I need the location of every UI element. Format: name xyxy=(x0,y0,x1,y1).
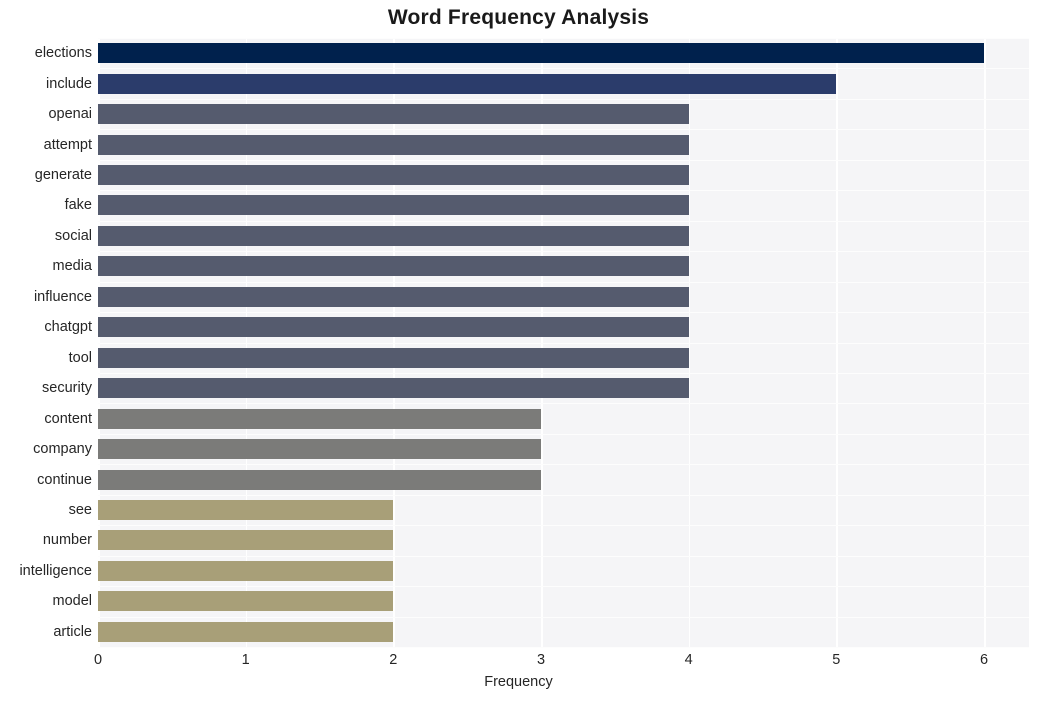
bar xyxy=(98,73,837,94)
gridline-horizontal xyxy=(98,464,1029,466)
gridline-horizontal xyxy=(98,220,1029,222)
gridline-horizontal xyxy=(98,616,1029,618)
y-axis-label-company: company xyxy=(33,441,92,458)
y-axis-label-model: model xyxy=(52,593,93,610)
gridline-horizontal xyxy=(98,159,1029,161)
bar xyxy=(98,530,394,551)
gridline-horizontal xyxy=(98,129,1029,131)
gridline-horizontal xyxy=(98,403,1029,405)
gridline-horizontal xyxy=(98,281,1029,283)
bar xyxy=(98,134,689,155)
x-tick-2: 2 xyxy=(389,652,398,668)
x-tick-5: 5 xyxy=(832,652,841,668)
x-tick-6: 6 xyxy=(979,652,989,668)
y-axis-label-number: number xyxy=(42,532,92,549)
y-axis-label-elections: elections xyxy=(34,45,92,62)
y-axis-label-attempt: attempt xyxy=(43,136,92,153)
y-axis-label-see: see xyxy=(68,501,92,518)
gridline-horizontal xyxy=(98,433,1029,435)
gridline-horizontal xyxy=(98,38,1029,39)
x-tick-4: 4 xyxy=(684,652,693,668)
y-axis-label-include: include xyxy=(46,75,92,92)
plot-area xyxy=(98,38,1029,648)
bar xyxy=(98,165,689,186)
y-axis-tick-labels: elections include openai attempt generate fak… xyxy=(0,38,92,647)
gridline-horizontal xyxy=(98,251,1029,253)
gridline-horizontal xyxy=(98,372,1029,374)
y-axis-label-tool: tool xyxy=(68,349,92,366)
bar xyxy=(98,195,689,216)
chart-figure: Word Frequency Analysis elections include… xyxy=(0,0,1037,701)
bar xyxy=(98,256,689,277)
bar xyxy=(98,499,394,520)
bar xyxy=(98,43,984,64)
y-axis-label-content: content xyxy=(44,410,92,427)
gridline-horizontal xyxy=(98,525,1029,527)
y-axis-label-influence: influence xyxy=(33,288,92,305)
bar xyxy=(98,104,689,125)
gridline-horizontal xyxy=(98,312,1029,314)
bar xyxy=(98,621,394,642)
bar xyxy=(98,347,689,368)
y-axis-label-article: article xyxy=(53,623,92,640)
y-axis-label-generate: generate xyxy=(34,167,92,184)
bar xyxy=(98,378,689,399)
y-axis-label-social: social xyxy=(54,227,92,244)
chart-title: Word Frequency Analysis xyxy=(387,6,650,29)
y-axis-label-media: media xyxy=(52,258,93,275)
bar xyxy=(98,408,541,429)
bar xyxy=(98,469,541,490)
x-tick-1: 1 xyxy=(241,652,250,668)
x-axis-title: Frequency xyxy=(484,674,553,690)
gridline-horizontal xyxy=(98,98,1029,100)
gridline-horizontal xyxy=(98,586,1029,588)
gridline-horizontal xyxy=(98,555,1029,557)
y-axis-label-intelligence: intelligence xyxy=(19,562,92,579)
y-axis-label-continue: continue xyxy=(37,471,92,488)
gridline-horizontal xyxy=(98,68,1029,70)
y-axis-label-fake: fake xyxy=(64,197,92,214)
bar xyxy=(98,286,689,307)
bar xyxy=(98,225,689,246)
gridline-horizontal xyxy=(98,190,1029,192)
x-tick-3: 3 xyxy=(536,652,546,668)
y-axis-label-security: security xyxy=(42,380,92,397)
bar xyxy=(98,317,689,338)
gridline-horizontal xyxy=(98,342,1029,344)
gridline-horizontal xyxy=(98,647,1029,648)
gridline-horizontal xyxy=(98,494,1029,496)
bar xyxy=(98,591,394,612)
y-axis-label-chatgpt: chatgpt xyxy=(44,319,92,336)
x-tick-0: 0 xyxy=(93,652,103,668)
bar xyxy=(98,439,541,460)
bar xyxy=(98,560,394,581)
y-axis-label-openai: openai xyxy=(48,106,92,123)
